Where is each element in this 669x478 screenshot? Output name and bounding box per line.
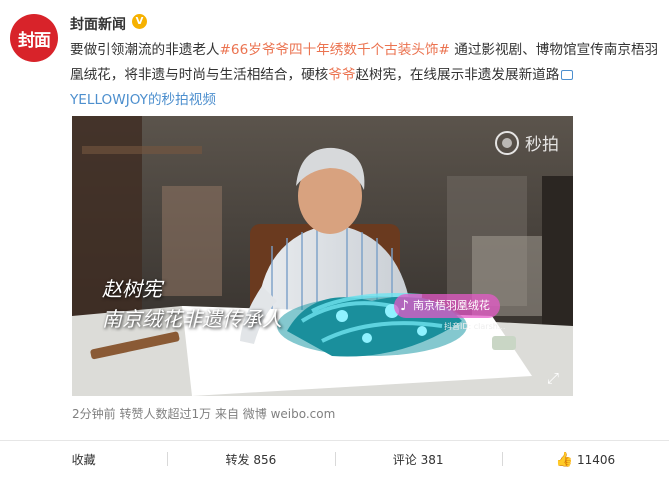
collect-label: 收藏 xyxy=(71,453,96,467)
avatar[interactable]: 封面 xyxy=(10,14,58,62)
tiktok-badge: ♪ 南京梧羽凰绒花 xyxy=(394,294,500,318)
like-count: 11406 xyxy=(577,452,616,467)
tiktok-id-text: 抖音ID: clarsh... xyxy=(444,322,506,331)
weibo-post-card: 封面 封面新闻 V 要做引领潮流的非遗老人#66岁爷爷四十年绣数千个古装头饰# … xyxy=(0,0,669,478)
subtitle-line-1: 赵树宪 xyxy=(102,277,162,301)
verified-badge-icon: V xyxy=(132,14,147,29)
post-meta: 2分钟前 转赞人数超过1万 来自 微博 weibo.com xyxy=(72,405,335,422)
repost-label: 转发 856 xyxy=(225,453,277,467)
topic-link[interactable]: #66岁爷爷四十年绣数千个古装头饰# xyxy=(220,42,450,58)
tiktok-note-icon: ♪ xyxy=(400,298,409,314)
keyword-link[interactable]: 爷爷 xyxy=(328,67,355,83)
video-subtitle: 赵树宪 南京绒花非遗传承人 xyxy=(102,274,282,334)
post-text-part-1: 要做引领潮流的非遗老人 xyxy=(70,42,220,58)
avatar-logo-text: 封面 xyxy=(18,30,51,51)
repost-summary: 转赞人数超过1万 xyxy=(119,407,212,421)
post-text: 要做引领潮流的非遗老人#66岁爷爷四十年绣数千个古装头饰# 通过影视剧、博物馆宣… xyxy=(70,38,660,113)
video-link-icon xyxy=(561,70,574,80)
post-text-part-3: 赵树宪，在线展示非遗发展新道路 xyxy=(355,67,560,83)
comment-label: 评论 381 xyxy=(392,453,444,467)
action-bar: 收藏 转发 856 评论 381 👍 11406 xyxy=(0,441,669,478)
video-source-link[interactable]: YELLOWJOY的秒拍视频 xyxy=(70,92,216,108)
post-time[interactable]: 2分钟前 xyxy=(72,407,116,421)
post-source: 来自 微博 weibo.com xyxy=(214,407,336,421)
repost-button[interactable]: 转发 856 xyxy=(167,441,334,478)
watermark-text: 秒拍 xyxy=(525,135,559,155)
tiktok-badge-text: 南京梧羽凰绒花 xyxy=(412,299,490,312)
miaopai-logo-icon xyxy=(495,130,519,155)
thumbs-up-icon: 👍 xyxy=(555,451,573,468)
miaopai-watermark: 秒拍 xyxy=(495,130,559,155)
comment-button[interactable]: 评论 381 xyxy=(334,441,502,478)
video-frame xyxy=(72,116,573,396)
collect-button[interactable]: 收藏 xyxy=(0,441,167,478)
subtitle-line-2: 南京绒花非遗传承人 xyxy=(102,307,282,331)
video-player[interactable]: 秒拍 赵树宪 南京绒花非遗传承人 ♪ 南京梧羽凰绒花 抖音ID: clarsh.… xyxy=(72,116,573,396)
like-button[interactable]: 👍 11406 xyxy=(501,441,669,478)
expand-icon[interactable]: ⤢ xyxy=(543,368,563,388)
account-name[interactable]: 封面新闻 xyxy=(70,14,126,34)
